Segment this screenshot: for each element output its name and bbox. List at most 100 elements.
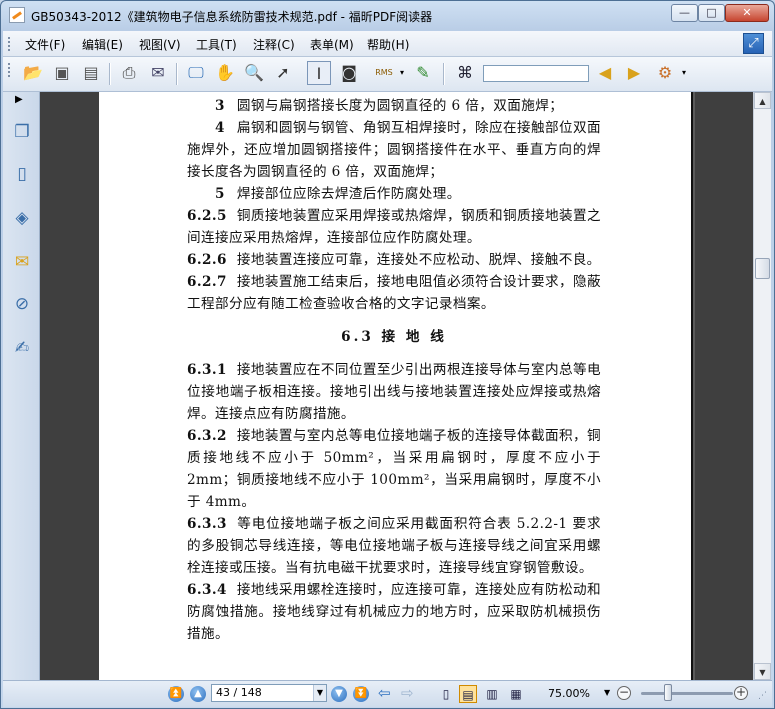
clause-paragraph: 6.2.5 铜质接地装置应采用焊接或热熔焊，钢质和铜质接地装置之间连接应采用热熔焊… — [187, 205, 601, 249]
previous-page-icon[interactable]: ▲ — [190, 686, 206, 702]
toolbar-grip-handle[interactable] — [8, 63, 12, 77]
zoom-slider-thumb[interactable] — [664, 684, 672, 701]
clause-number: 6.3.3 — [187, 516, 227, 532]
clause-paragraph: 6.3.3 等电位接地端子板之间应采用截面积符合表 5.2.2-1 要求的多股铜芯… — [187, 513, 601, 579]
hand-tool-icon[interactable]: ✋ — [213, 61, 237, 85]
continuous-facing-view-icon[interactable]: ▦ — [507, 685, 525, 703]
clause-paragraph: 6.3.1 接地装置应在不同位置至少引出两根连接导体与室内总等电位接地端子板相连接… — [187, 359, 601, 425]
zoom-out-icon[interactable]: − — [617, 686, 631, 700]
window-title: GB50343-2012《建筑物电子信息系统防雷技术规范.pdf - 福昕PDF… — [31, 10, 433, 24]
search-options-icon[interactable]: ⚙ — [653, 61, 677, 85]
clause-paragraph: 6.2.6 接地装置连接应可靠，连接处不应松动、脱焊、接触不良。 — [187, 249, 601, 271]
menu-tools[interactable]: 工具(T) — [196, 36, 237, 53]
page-number-field[interactable]: 43 / 148 ▼ — [211, 684, 327, 702]
foxit-app-icon[interactable] — [9, 7, 25, 23]
paragraph-text: 6.3 接 地 线 — [341, 329, 447, 345]
highlight-icon[interactable]: ✎ — [411, 61, 435, 85]
zoom-tool-icon[interactable]: 🔍 — [242, 61, 266, 85]
clause-paragraph: 6.2.7 接地装置施工结束后，接地电阻值必须符合设计要求，隐蔽工程部分应有随工检… — [187, 271, 601, 315]
toolbar-separator — [443, 63, 445, 85]
signatures-icon[interactable]: ✍ — [11, 336, 33, 360]
pages-icon[interactable]: ❐ — [11, 120, 33, 144]
email-icon[interactable]: ✉ — [146, 61, 170, 85]
paragraph-text: 等电位接地端子板之间应采用截面积符合表 5.2.2-1 要求的多股铜芯导线连接，… — [187, 516, 601, 576]
facing-view-icon[interactable]: ▥ — [483, 685, 501, 703]
first-page-icon[interactable]: ⏫ — [168, 686, 184, 702]
snapshot-icon[interactable]: ◙ — [337, 61, 361, 85]
page-dropdown-chevron-icon[interactable]: ▼ — [313, 685, 326, 701]
sub-item-paragraph: 4 扁钢和圆钢与钢管、角钢互相焊接时，除应在接触部位双面施焊外，还应增加圆钢搭接件… — [187, 117, 601, 183]
zoom-slider-track[interactable] — [641, 692, 733, 695]
close-button[interactable]: ✕ — [725, 4, 769, 22]
toolbar-separator — [176, 63, 178, 85]
menu-edit[interactable]: 编辑(E) — [82, 36, 123, 53]
fullscreen-icon[interactable]: 🖵 — [184, 61, 208, 85]
sidebar-expand-arrow-icon[interactable]: ▶ — [15, 94, 23, 105]
section-heading: 6.3 接 地 线 — [187, 326, 601, 348]
menu-grip-handle[interactable] — [8, 37, 12, 51]
maximize-button[interactable]: □ — [698, 4, 725, 22]
search-options-chevron-icon[interactable]: ▾ — [679, 61, 689, 85]
continuous-view-icon[interactable]: ▤ — [459, 685, 477, 703]
clause-number: 6.3.4 — [187, 582, 227, 598]
status-bar: ⏫ ▲ 43 / 148 ▼ ▼ ⏬ ⇦ ⇨ ▯ ▤ ▥ ▦ 75.00% ▼ … — [3, 680, 772, 707]
scroll-up-arrow-icon[interactable]: ▲ — [754, 92, 771, 109]
menu-form[interactable]: 表单(M) — [310, 36, 354, 53]
save-as-icon[interactable]: ▤ — [79, 61, 103, 85]
go-back-arrow-icon[interactable]: ⇦ — [378, 684, 391, 702]
rms-icon[interactable]: RMS — [369, 61, 399, 85]
binoculars-icon[interactable]: ⌘ — [453, 61, 477, 85]
menu-file[interactable]: 文件(F) — [25, 36, 65, 53]
menu-help[interactable]: 帮助(H) — [367, 36, 409, 53]
attachments-icon[interactable]: ⊘ — [11, 292, 33, 316]
pdf-page[interactable]: 3 圆钢与扁钢搭接长度为圆钢直径的 6 倍，双面施焊； 4 扁钢和圆钢与钢管、角钢互相… — [99, 92, 693, 680]
search-input[interactable] — [483, 65, 589, 82]
print-icon[interactable]: ⎙ — [117, 61, 141, 85]
zoom-dropdown-chevron-icon[interactable]: ▼ — [604, 688, 610, 697]
clause-number: 6.3.1 — [187, 362, 227, 378]
title-bar[interactable]: GB50343-2012《建筑物电子信息系统防雷技术规范.pdf - 福昕PDF… — [1, 1, 774, 29]
paragraph-text: 铜质接地装置应采用焊接或热熔焊，钢质和铜质接地装置之间连接应采用热熔焊，连接部位… — [187, 208, 601, 246]
clause-number: 5 — [215, 186, 225, 202]
clause-number: 3 — [215, 98, 225, 114]
clause-number: 6.2.7 — [187, 274, 227, 290]
zoom-in-icon[interactable]: + — [734, 686, 748, 700]
clause-number: 6.3.2 — [187, 428, 227, 444]
window-resize-grip-icon[interactable]: ⋰ — [758, 691, 770, 703]
clause-number: 6.2.5 — [187, 208, 227, 224]
open-folder-icon[interactable]: 📂 — [21, 61, 45, 85]
save-icon[interactable]: ▣ — [50, 61, 74, 85]
last-page-icon[interactable]: ⏬ — [353, 686, 369, 702]
menu-view[interactable]: 视图(V) — [139, 36, 181, 53]
paragraph-text: 焊接部位应除去焊渣后作防腐处理。 — [236, 186, 461, 202]
toolbar-separator — [109, 63, 111, 85]
document-viewport[interactable]: 3 圆钢与扁钢搭接长度为圆钢直径的 6 倍，双面施焊； 4 扁钢和圆钢与钢管、角钢互相… — [40, 92, 753, 680]
rms-label: RMS — [375, 68, 393, 77]
layers-icon[interactable]: ◈ — [11, 206, 33, 230]
single-page-view-icon[interactable]: ▯ — [437, 685, 455, 703]
zoom-level[interactable]: 75.00% — [548, 687, 590, 700]
vertical-scrollbar[interactable]: ▲ ▼ — [753, 92, 771, 680]
scrollbar-thumb[interactable] — [755, 258, 770, 279]
scroll-down-arrow-icon[interactable]: ▼ — [754, 663, 771, 680]
expand-view-button[interactable]: ⤢ — [743, 33, 764, 54]
minimize-button[interactable]: — — [671, 4, 698, 22]
page-number-text: 43 / 148 — [216, 686, 262, 699]
text-select-icon[interactable]: Ⅰ — [307, 61, 331, 85]
next-page-icon[interactable]: ▼ — [331, 686, 347, 702]
menu-comment[interactable]: 注释(C) — [253, 36, 295, 53]
go-forward-arrow-icon[interactable]: ⇨ — [401, 684, 414, 702]
find-next-icon[interactable]: ▶ — [622, 61, 646, 85]
bookmarks-icon[interactable]: ▯ — [11, 162, 33, 186]
paragraph-text: 接地线采用螺栓连接时，应连接可靠，连接处应有防松动和防腐蚀措施。接地线穿过有机械… — [187, 582, 601, 642]
paragraph-text: 接地装置应在不同位置至少引出两根连接导体与室内总等电位接地端子板相连接。接地引出… — [187, 362, 601, 422]
find-previous-icon[interactable]: ◀ — [593, 61, 617, 85]
paragraph-text: 接地装置与室内总等电位接地端子板的连接导体截面积，铜质接地线不应小于 50mm²… — [187, 428, 601, 510]
rms-dropdown-chevron-icon[interactable]: ▾ — [397, 61, 407, 85]
page-text-content: 3 圆钢与扁钢搭接长度为圆钢直径的 6 倍，双面施焊； 4 扁钢和圆钢与钢管、角钢互相… — [187, 95, 601, 645]
expand-arrow-icon: ⤢ — [748, 36, 759, 51]
select-arrow-icon[interactable]: ➚ — [271, 61, 295, 85]
app-window: GB50343-2012《建筑物电子信息系统防雷技术规范.pdf - 福昕PDF… — [0, 0, 775, 709]
comments-icon[interactable]: ✉ — [11, 250, 33, 274]
clause-paragraph: 6.3.4 接地线采用螺栓连接时，应连接可靠，连接处应有防松动和防腐蚀措施。接地线… — [187, 579, 601, 645]
